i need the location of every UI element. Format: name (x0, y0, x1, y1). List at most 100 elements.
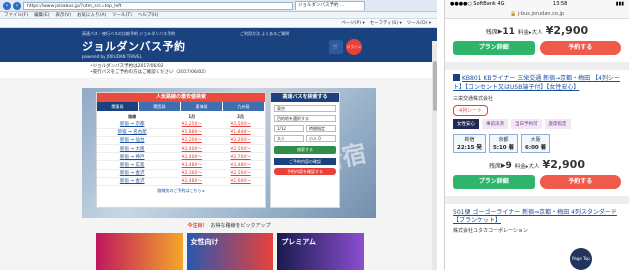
reservation-check-link[interactable]: ご予約内容の確認 (274, 158, 336, 165)
route-link[interactable]: 新宿 ⇒ 金沢 (97, 169, 168, 178)
price-link[interactable]: ¥2,400〜 (167, 144, 217, 154)
fare-value: ¥2,900 (545, 24, 589, 37)
more-routes-link[interactable]: 路線別のご予約はこちら ▸ (97, 188, 265, 194)
price-link[interactable]: ¥2,700〜 (216, 152, 265, 162)
price-link[interactable]: ¥2,200〜 (167, 136, 217, 146)
command-page[interactable]: ページ(P) ▾ (341, 19, 364, 27)
reserve-button[interactable]: 予約する (539, 175, 621, 189)
tab-tokai[interactable]: 東海発 (181, 102, 223, 111)
route-link[interactable]: 新宿 ⇒ 金沢 (97, 177, 168, 187)
fare-label: 料金▸大人 (514, 164, 540, 170)
table-row: 新宿 ⇒ 金沢 ¥2,480〜 ¥2,600〜 (97, 177, 265, 187)
site-tagline: 高速バス・夜行バスの比較予約 ジョルダンバス予約 (82, 31, 176, 36)
browser-tab[interactable]: ジョルダンバス予約 ... (295, 1, 365, 10)
plan-detail-button[interactable]: プラン詳細 (453, 41, 535, 55)
battery-icon: ▮▮▮ (615, 1, 624, 7)
table-row: 新宿 ⇒ 金沢 ¥2,360〜 ¥2,500〜 (97, 169, 265, 178)
command-safety[interactable]: セーフティ(S) ▾ (370, 19, 402, 27)
price-link[interactable]: ¥1,848〜 (216, 128, 265, 137)
tab-kansai[interactable]: 関西発 (139, 102, 181, 111)
column-header-route: 路線 (128, 113, 137, 119)
status-bar: ●●●●○ SoftBank 4G 13:58 ▮▮▮ (445, 0, 629, 9)
banner-item[interactable] (96, 233, 183, 270)
login-button[interactable]: ログイン (346, 39, 362, 55)
route-link[interactable]: 新宿 ⇒ 神戸 (97, 152, 168, 162)
departure-select[interactable]: 東京 (274, 105, 336, 112)
site-help-links[interactable]: ご利用方法 よくあるご質問 (240, 31, 289, 37)
route-link[interactable]: 新宿 ⇒ 京都 (97, 120, 168, 129)
section-divider (445, 196, 629, 204)
site-logo[interactable]: ジョルダンバス予約 powered by JORUDAN TRAVEL (82, 38, 186, 59)
price-link[interactable]: ¥3,480〜 (216, 160, 265, 170)
route-link[interactable]: 新宿 ⇒ 大阪 (97, 144, 168, 154)
carrier-label: ●●●●○ SoftBank 4G (450, 1, 505, 7)
plan-detail-button[interactable]: プラン詳細 (453, 175, 535, 189)
desktop-browser-screenshot: ‹ › https://www.jolsabus.jp/?utm_src=top… (0, 0, 437, 270)
price-link[interactable]: ¥1,880〜 (167, 128, 217, 137)
price-link[interactable]: ¥2,200〜 (216, 136, 265, 146)
command-tools[interactable]: ツール(O) ▾ (407, 19, 431, 27)
price-link[interactable]: ¥2,500〜 (216, 169, 265, 178)
price-link[interactable]: ¥3,480〜 (167, 160, 217, 170)
menu-favorites[interactable]: お気に入り(A) (77, 12, 106, 18)
time-select[interactable]: 時間指定 (306, 125, 336, 132)
mobile-url-bar[interactable]: 🔒 j-bus.jorudan.co.jp (445, 9, 629, 19)
feature-tags: 女性安心 事前決済 当日予約可 座席指定 (453, 119, 621, 129)
route-link[interactable]: 新宿 ⇒ 仙台 (97, 136, 168, 146)
plan-title-link[interactable]: KB801 KBライナー 三栄交通 新宿→京都・梅田 【4列シート】【コンセント… (453, 74, 621, 92)
price-link[interactable]: ¥2,360〜 (167, 169, 217, 178)
price-link[interactable]: ¥2,500〜 (216, 120, 265, 129)
plan-card: 残席▸11 料金▸大人 ¥2,900 プラン詳細 予約する (445, 24, 629, 55)
search-button[interactable]: 検索する (274, 146, 336, 154)
menu-file[interactable]: ファイル(F) (4, 12, 28, 18)
page-top-button[interactable]: Page Top (570, 248, 592, 270)
price-link[interactable]: ¥2,600〜 (216, 177, 265, 187)
price-link[interactable]: ¥2,480〜 (167, 177, 217, 187)
pickup-badge: 今注目！ (187, 223, 208, 229)
table-row: 新宿 ⇒ 名古屋 ¥1,880〜 ¥1,848〜 (97, 128, 265, 137)
search-title: 高速バスを検索する (271, 93, 339, 102)
menu-help[interactable]: ヘルプ(H) (138, 12, 158, 18)
forward-icon[interactable]: › (13, 1, 21, 10)
banner-item[interactable]: 女性向け (186, 233, 274, 270)
back-icon[interactable]: ‹ (3, 1, 11, 10)
mobile-screenshot: ●●●●○ SoftBank 4G 13:58 ▮▮▮ 🔒 j-bus.joru… (444, 0, 629, 270)
section-divider (445, 62, 629, 70)
reservation-check-button[interactable]: 予約内容を確認する (274, 168, 336, 175)
child-count-select[interactable]: 小人 0 (306, 135, 336, 142)
destination-select[interactable]: 目的地を選択する (274, 115, 336, 122)
price-link[interactable]: ¥2,250〜 (167, 120, 217, 129)
table-row: 新宿 ⇒ 仙台 ¥2,200〜 ¥2,200〜 (97, 136, 265, 146)
banner-item[interactable]: プレミアム (277, 233, 365, 270)
site-header: 高速バス・夜行バスの比較予約 ジョルダンバス予約 ご利用方法 よくあるご質問 ジ… (0, 28, 437, 62)
reserve-button[interactable]: 予約する (539, 41, 621, 55)
table-row: 新宿 ⇒ 広島 ¥3,480〜 ¥3,480〜 (97, 160, 265, 170)
pickup-heading: 今注目！ お得な路線をピックアップ (82, 222, 376, 229)
route-link[interactable]: 新宿 ⇒ 名古屋 (97, 128, 168, 137)
cart-icon[interactable]: 🛒 (329, 40, 343, 54)
tab-kyushu[interactable]: 九州発 (223, 102, 265, 111)
column-header-month1: 1月 (188, 113, 196, 119)
column-header-month2: 2月 (237, 113, 244, 119)
logo-text: ジョルダンバス予約 (82, 40, 186, 53)
menu-edit[interactable]: 編集(E) (34, 12, 49, 18)
tab-kanto[interactable]: 関東発 (97, 102, 139, 111)
menu-view[interactable]: 表示(V) (55, 12, 71, 18)
date-select[interactable]: 1/12 (274, 125, 304, 132)
plan-title-link[interactable]: 501便 ゴーゴーライナー 新宿⇒京都・梅田 4列スタンダード【ブランケット】 (453, 209, 621, 225)
stop-box: 京都 5:10 着 (488, 134, 519, 153)
stop-box: 新宿 22:15 発 (453, 134, 486, 153)
price-link[interactable]: ¥2,400〜 (167, 152, 217, 162)
pickup-text: お得な路線をピックアップ (210, 223, 271, 229)
notice-item[interactable]: 夜行バスをご予約の方はご確認ください（2017/06/02） (90, 70, 437, 76)
adult-count-select[interactable]: 大人 (274, 135, 304, 142)
plan-card: KB801 KBライナー 三栄交通 新宿→京都・梅田 【4列シート】【コンセント… (445, 74, 629, 189)
logo-subtext: powered by JORUDAN TRAVEL (82, 54, 142, 59)
menu-tools[interactable]: ツール(T) (112, 12, 132, 18)
scrollbar-thumb[interactable] (432, 61, 437, 111)
page-scrollbar[interactable] (432, 41, 437, 270)
ranking-table: 路線 1月 2月 新宿 ⇒ 京都 ¥2,250〜 ¥2,500〜 新宿 ⇒ 名古屋 ¥… (97, 113, 265, 187)
route-link[interactable]: 新宿 ⇒ 広島 (97, 160, 168, 170)
price-link[interactable]: ¥2,500〜 (216, 144, 265, 154)
address-bar[interactable]: https://www.jolsabus.jp/?utm_src=top_lef… (23, 1, 293, 10)
